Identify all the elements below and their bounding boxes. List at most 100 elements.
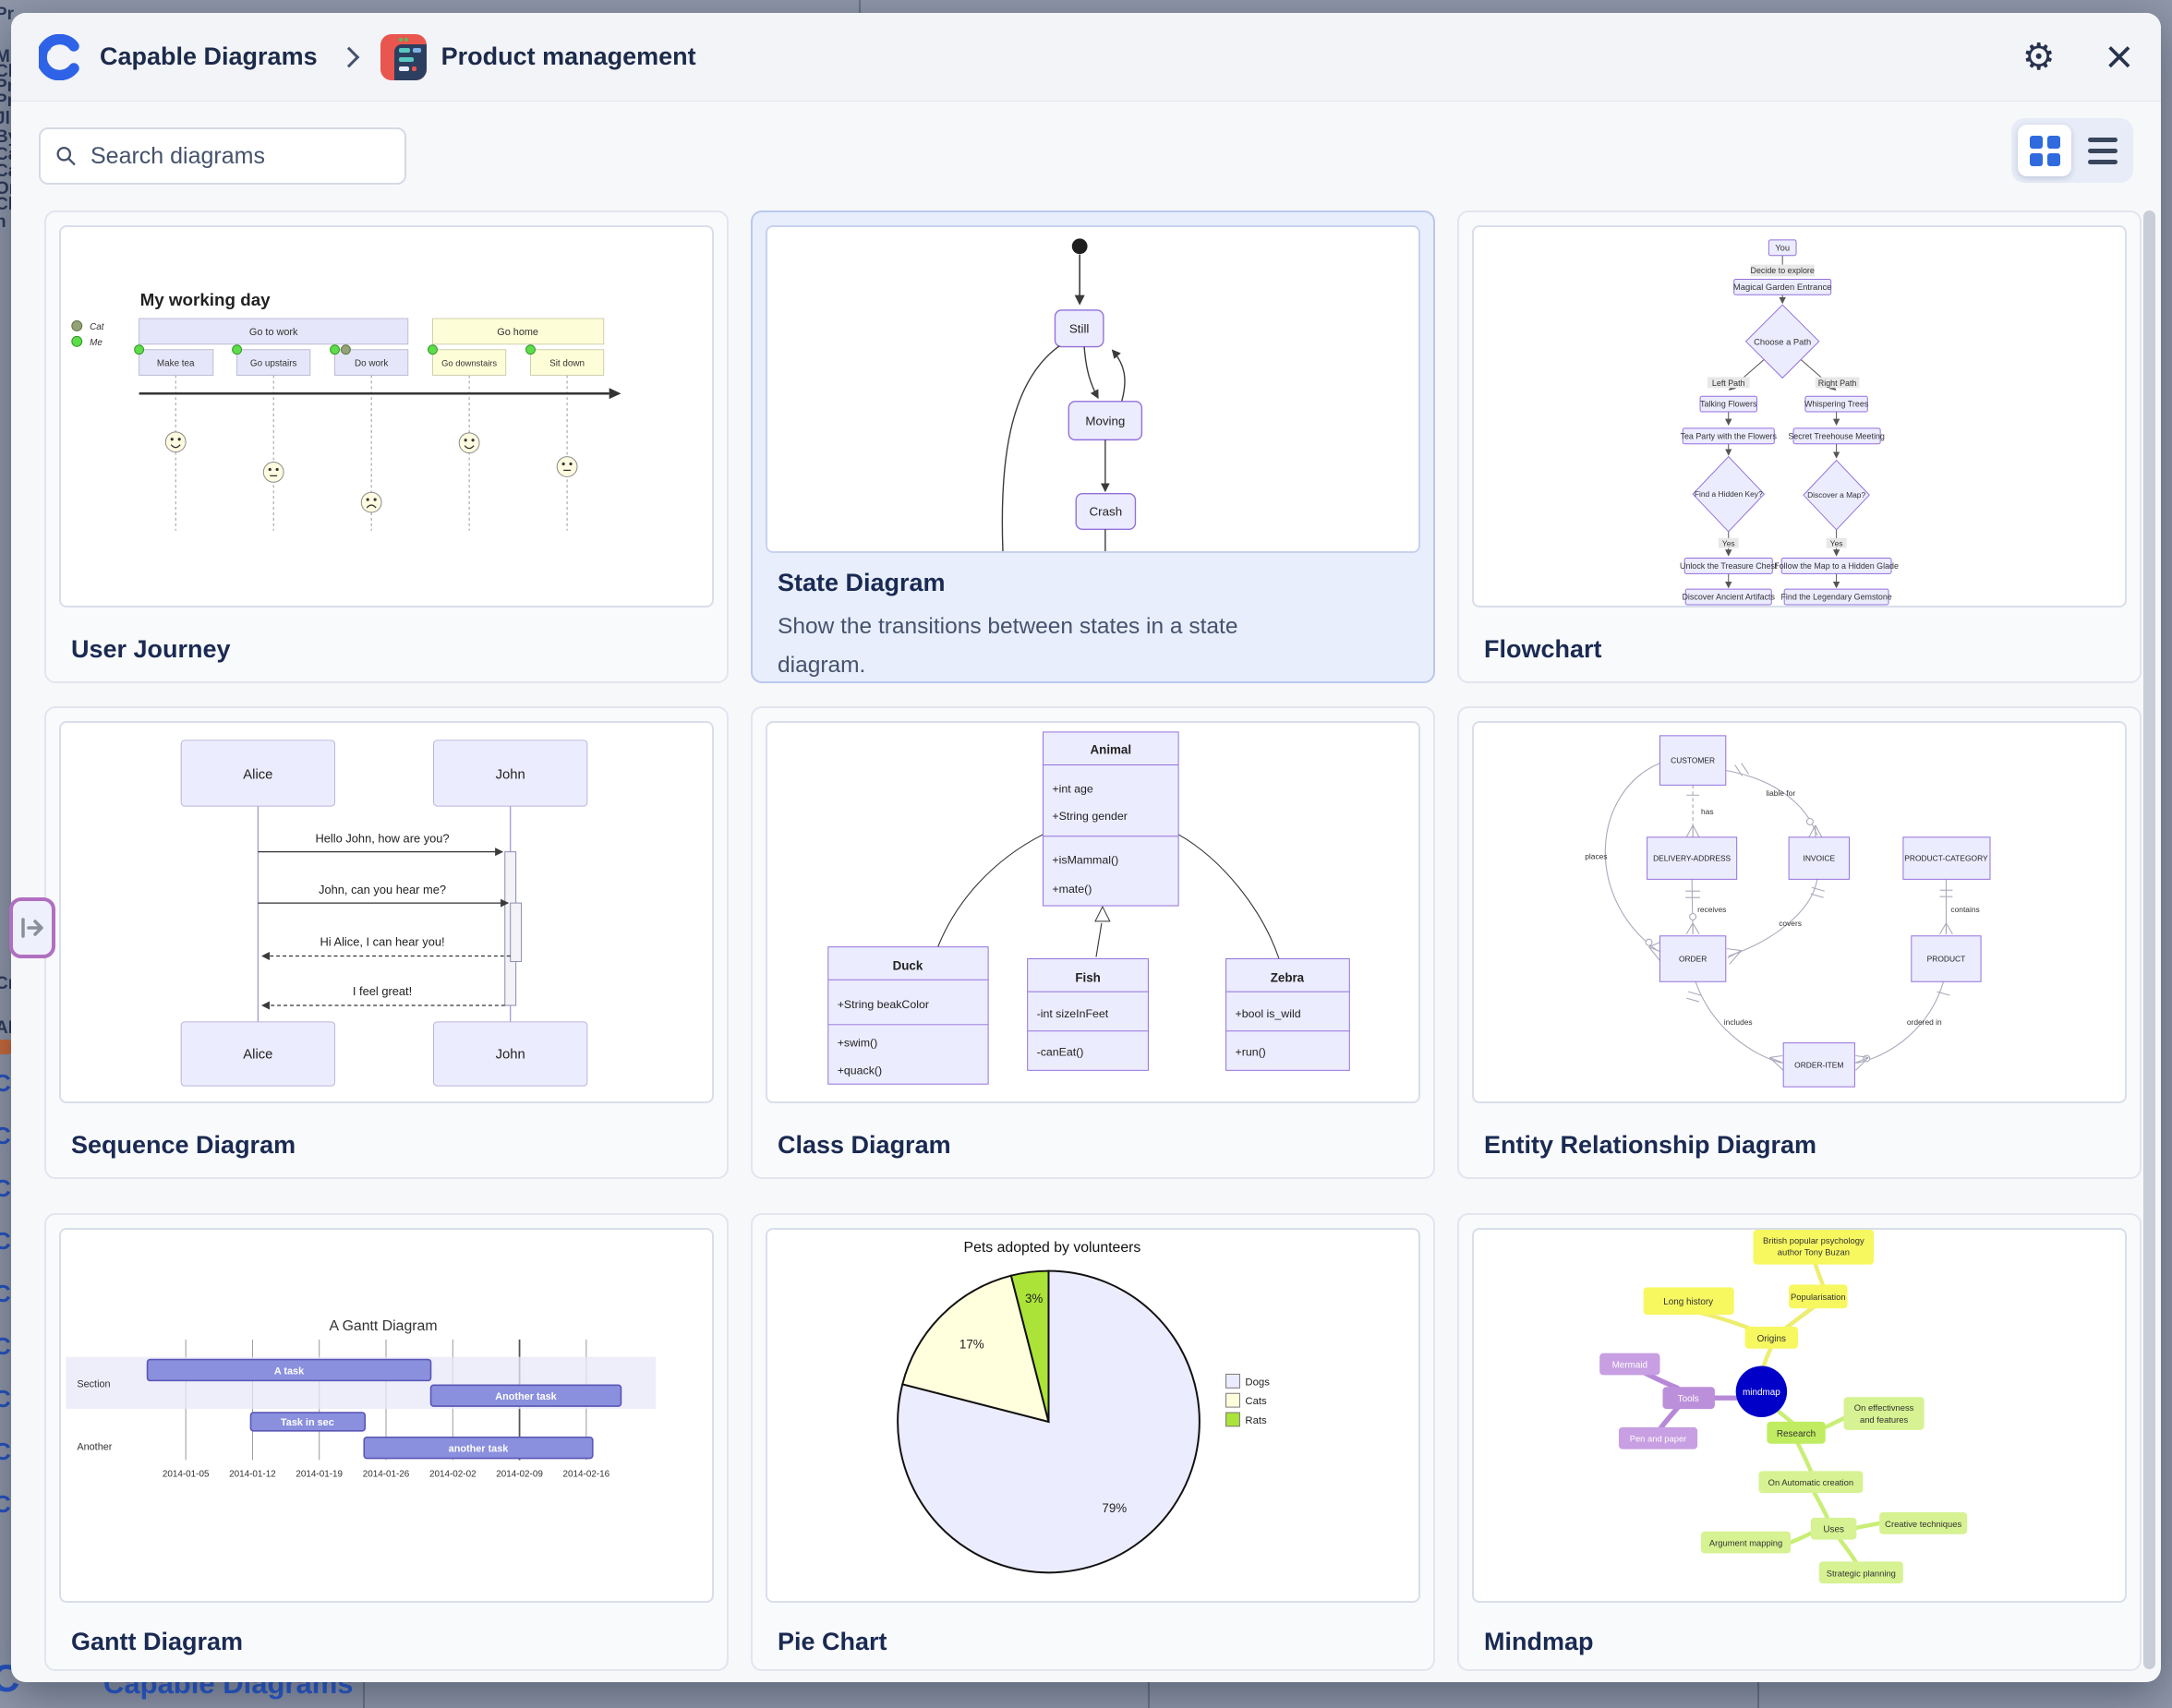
expand-right-icon <box>19 917 45 939</box>
gantt-date-label: 2014-02-16 <box>563 1469 610 1479</box>
class-name: Animal <box>1091 743 1132 757</box>
card-title: User Journey <box>71 635 231 664</box>
flow-edge-label: Yes <box>1830 539 1843 548</box>
close-icon[interactable]: × <box>2106 39 2133 76</box>
mindmap-node-label: and features <box>1860 1414 1909 1425</box>
flow-edge-label: Right Path <box>1818 379 1857 388</box>
smiley-neutral-icon <box>263 463 284 483</box>
smiley-happy-icon <box>459 433 479 453</box>
chevron-right-icon <box>338 46 359 67</box>
class-attr: +int age <box>1052 782 1092 795</box>
breadcrumb-app-name[interactable]: Capable Diagrams <box>100 42 318 71</box>
state-diagram-preview: Still Moving Crash <box>766 225 1420 553</box>
sidebar-expand-button[interactable] <box>9 897 55 958</box>
mindmap-node-label: Origins <box>1757 1334 1786 1344</box>
gantt-date-label: 2014-01-19 <box>296 1469 343 1479</box>
class-method: +mate() <box>1052 883 1092 896</box>
mindmap-preview: British popular psychology author Tony B… <box>1472 1228 2127 1603</box>
card-title: Gantt Diagram <box>71 1628 243 1656</box>
flow-node-label: Talking Flowers <box>1700 400 1757 409</box>
journey-legend-label: Cat <box>90 322 105 332</box>
mindmap-node-label: Research <box>1777 1429 1816 1439</box>
backdrop-top-divider <box>859 0 861 13</box>
erd-rel-label: liable for <box>1766 788 1795 798</box>
backdrop-logo-c: C <box>0 1334 11 1358</box>
smiley-sad-icon <box>361 492 381 512</box>
template-card-sequence-diagram[interactable]: Alice John Hello John, how are you? John… <box>44 706 729 1179</box>
class-attr: -int sizeInFeet <box>1037 1007 1109 1020</box>
flow-node-label: Find the Legendary Gemstone <box>1780 593 1891 602</box>
journey-task-label: Do work <box>355 359 388 369</box>
erd-preview: has liable for places receives covers co… <box>1472 721 2127 1103</box>
pie-value-label: 3% <box>1025 1292 1043 1305</box>
mindmap-node-label: Mermaid <box>1612 1361 1647 1371</box>
template-card-class-diagram[interactable]: Animal +int age +String gender +isMammal… <box>751 706 1435 1179</box>
mindmap-node-label: Argument mapping <box>1709 1538 1782 1548</box>
card-title: Entity Relationship Diagram <box>1484 1131 1816 1160</box>
card-title: Sequence Diagram <box>71 1131 296 1160</box>
search-input[interactable] <box>89 142 390 171</box>
flow-node-label: Discover Ancient Artifacts <box>1683 593 1776 602</box>
class-method: +isMammal() <box>1052 854 1118 867</box>
journey-title: My working day <box>140 290 272 309</box>
actor-label: John <box>496 767 525 782</box>
class-attr: +String beakColor <box>838 998 929 1011</box>
class-method: +quack() <box>838 1064 882 1077</box>
backdrop-logo-c: C <box>0 1387 11 1411</box>
erd-entity-label: ORDER-ITEM <box>1794 1060 1843 1069</box>
user-journey-preview: My working day Cat Me Go to work Go home… <box>59 225 714 607</box>
erd-entity-label: ORDER <box>1679 954 1707 963</box>
list-view-button[interactable] <box>2079 125 2127 176</box>
gantt-preview: A Gantt Diagram <box>59 1228 714 1603</box>
mindmap-node-label: Popularisation <box>1791 1292 1846 1302</box>
settings-gear-icon[interactable]: ⚙ <box>2022 39 2056 76</box>
erd-rel-label: includes <box>1724 1017 1753 1027</box>
grid-view-button[interactable] <box>2018 125 2071 176</box>
card-title: Pie Chart <box>778 1628 887 1656</box>
journey-task-label: Make tea <box>157 359 195 369</box>
flow-node-label: Tea Party with the Flowers <box>1681 431 1778 440</box>
scrollbar-thumb[interactable] <box>2143 210 2155 1669</box>
flow-node-label: Discover a Map? <box>1807 490 1865 499</box>
journey-task-label: Go downstairs <box>441 358 497 368</box>
seq-message-label: I feel great! <box>353 984 412 998</box>
smiley-neutral-icon <box>557 457 577 477</box>
mindmap-node-label: British popular psychology <box>1763 1235 1864 1245</box>
backdrop-logo-c: C <box>0 1124 11 1148</box>
class-attr: +bool is_wild <box>1235 1007 1300 1020</box>
class-method: -canEat() <box>1037 1045 1084 1058</box>
journey-section-label: Go to work <box>249 327 298 338</box>
gantt-bar-label: Task in sec <box>281 1417 334 1428</box>
erd-rel-label: has <box>1701 807 1714 816</box>
backdrop-logo-c: C <box>0 1229 11 1253</box>
gantt-bar-label: A task <box>274 1365 305 1377</box>
erd-rel-label: contains <box>1950 905 1979 914</box>
card-title: State Diagram <box>778 569 946 597</box>
pie-legend-label: Cats <box>1245 1396 1267 1407</box>
class-name: Fish <box>1075 970 1100 984</box>
state-label: Moving <box>1085 415 1125 428</box>
backdrop-bottom-divider <box>1148 1682 1150 1708</box>
flow-edge-label: Decide to explore <box>1751 266 1815 275</box>
flow-edge-label: Yes <box>1722 539 1735 548</box>
erd-entity-label: INVOICE <box>1804 854 1836 863</box>
template-card-erd[interactable]: has liable for places receives covers co… <box>1457 706 2142 1179</box>
capable-diagrams-logo-icon <box>39 34 85 80</box>
journey-task-label: Go upstairs <box>250 359 297 369</box>
backdrop-orange-icon <box>0 1040 11 1054</box>
mindmap-node-label: Strategic planning <box>1827 1568 1896 1578</box>
backdrop-logo-c: C <box>0 1439 11 1463</box>
pie-title: Pets adopted by volunteers <box>964 1240 1141 1256</box>
template-card-gantt[interactable]: A Gantt Diagram <box>44 1213 729 1671</box>
seq-message-label: Hi Alice, I can hear you! <box>320 935 444 949</box>
template-card-user-journey[interactable]: My working day Cat Me Go to work Go home… <box>44 210 729 683</box>
erd-rel-label: covers <box>1779 919 1802 928</box>
template-card-flowchart[interactable]: You Decide to explore Magical Garden Ent… <box>1457 210 2142 683</box>
seq-message-label: John, can you hear me? <box>319 883 446 896</box>
journey-legend-label: Me <box>90 338 103 348</box>
class-name: Duck <box>893 958 923 972</box>
template-card-mindmap[interactable]: British popular psychology author Tony B… <box>1457 1213 2142 1671</box>
template-card-pie-chart[interactable]: Pets adopted by volunteers 79% 17% 3% Do… <box>751 1213 1435 1671</box>
template-card-state-diagram[interactable]: Still Moving Crash State Diagram Show th… <box>751 210 1435 683</box>
breadcrumb-page-title[interactable]: Product management <box>441 42 696 71</box>
